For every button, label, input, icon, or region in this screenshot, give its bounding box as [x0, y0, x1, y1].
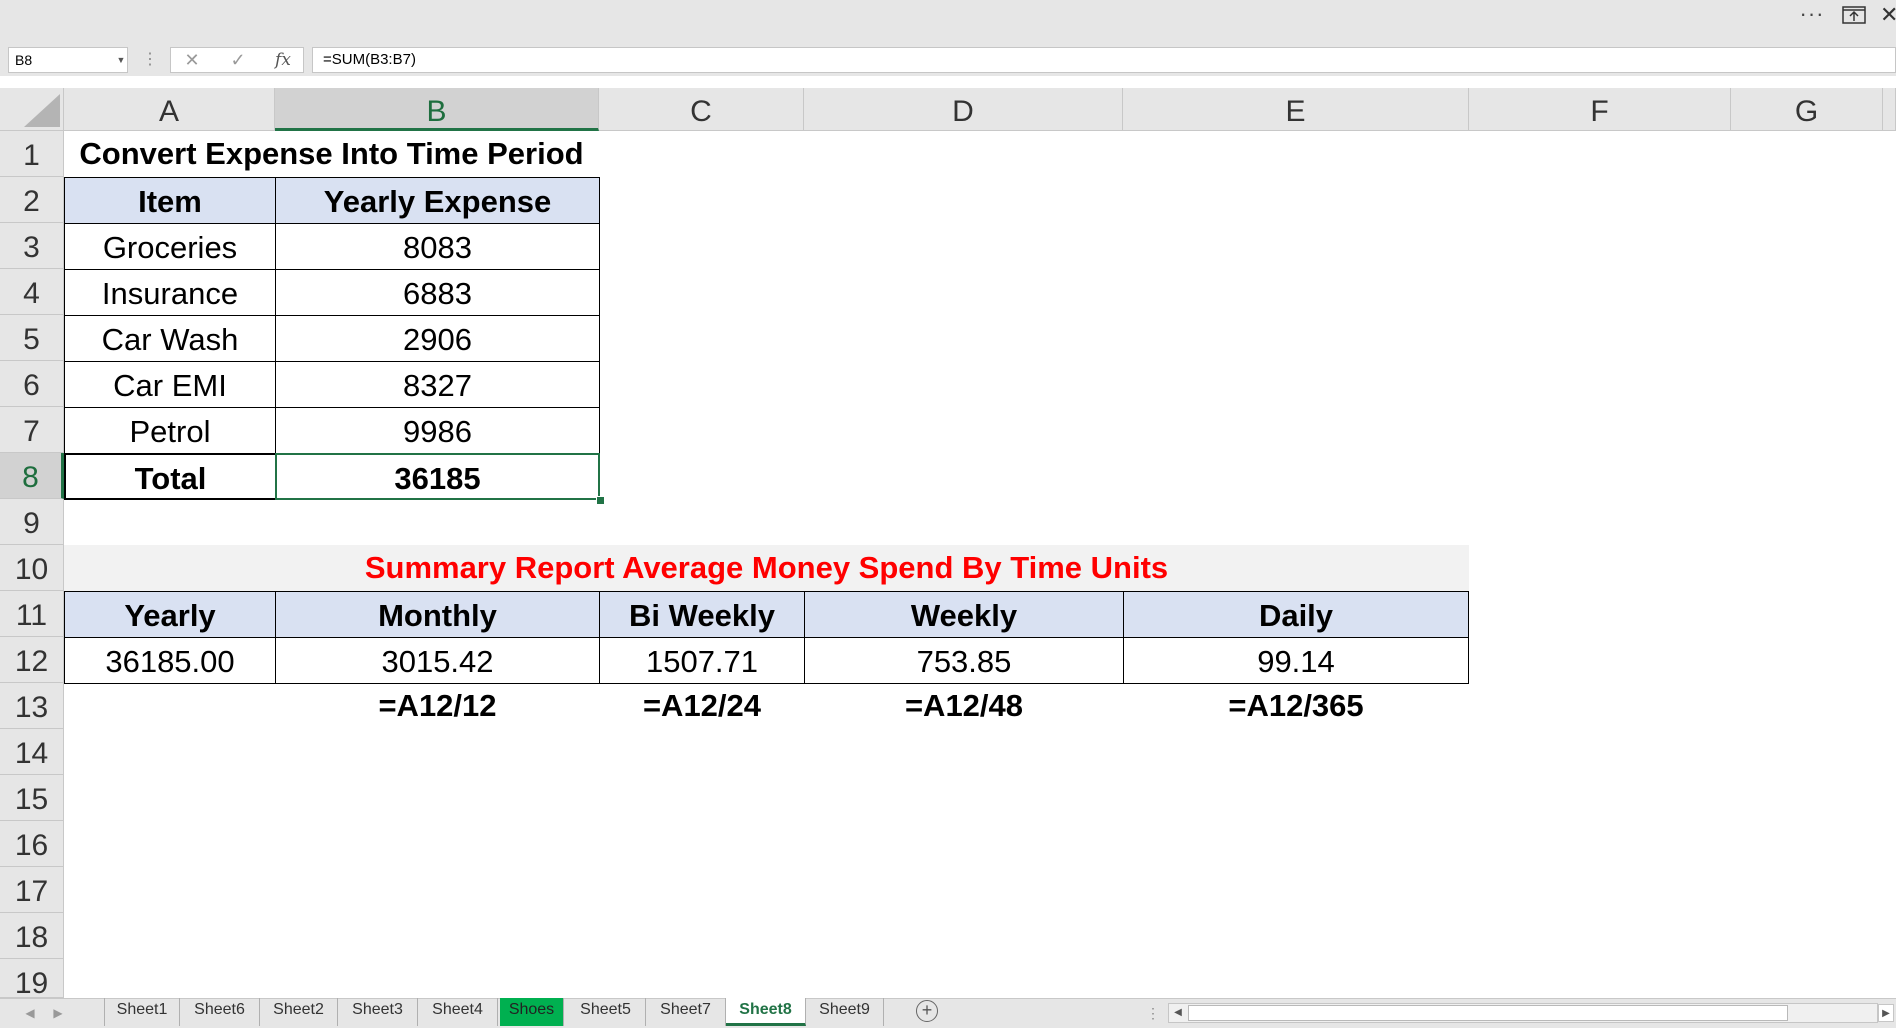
- column-header-c[interactable]: C: [599, 88, 804, 131]
- select-all-corner[interactable]: [0, 88, 64, 131]
- row-header[interactable]: 11: [0, 591, 64, 637]
- column-header-g[interactable]: G: [1731, 88, 1883, 131]
- sheet-tab[interactable]: Sheet4: [418, 998, 498, 1026]
- summary-value-daily[interactable]: 99.14: [1123, 637, 1469, 684]
- scroll-tabs-right-icon[interactable]: ▶: [48, 1002, 68, 1024]
- spreadsheet-grid: A B C D E F G 1 2 3 4 5 6 7 8 9 10 11 12…: [0, 0, 1896, 1028]
- column-header-f[interactable]: F: [1469, 88, 1731, 131]
- row-header[interactable]: 9: [0, 499, 64, 545]
- sheet-tab[interactable]: Sheet1: [104, 998, 180, 1026]
- row-header[interactable]: 12: [0, 637, 64, 683]
- row-header[interactable]: 3: [0, 223, 64, 269]
- item-cell[interactable]: Groceries: [64, 223, 276, 270]
- total-value-cell[interactable]: 36185: [275, 453, 600, 500]
- fill-handle[interactable]: [596, 496, 605, 505]
- summary-title-cell[interactable]: Summary Report Average Money Spend By Ti…: [64, 545, 1469, 591]
- row-header[interactable]: 18: [0, 913, 64, 959]
- row-header[interactable]: 13: [0, 683, 64, 729]
- add-sheet-icon[interactable]: +: [916, 1000, 938, 1022]
- column-header-b[interactable]: B: [275, 88, 599, 131]
- row-header[interactable]: 1: [0, 131, 64, 177]
- sheet-tab[interactable]: Sheet5: [566, 998, 646, 1026]
- sheet-tab[interactable]: Sheet6: [180, 998, 260, 1026]
- row-header[interactable]: 6: [0, 361, 64, 407]
- row-header[interactable]: 7: [0, 407, 64, 453]
- total-label-cell[interactable]: Total: [64, 453, 276, 500]
- item-cell[interactable]: Petrol: [64, 407, 276, 454]
- row-header[interactable]: 14: [0, 729, 64, 775]
- title-cell[interactable]: Convert Expense Into Time Period: [64, 131, 599, 177]
- item-cell[interactable]: Car Wash: [64, 315, 276, 362]
- tab-split-handle[interactable]: ⋮: [1146, 1002, 1160, 1024]
- row-header[interactable]: 17: [0, 867, 64, 913]
- value-cell[interactable]: 8083: [275, 223, 600, 270]
- sheet-tab[interactable]: Sheet3: [338, 998, 418, 1026]
- summary-header-bi-weekly[interactable]: Bi Weekly: [599, 591, 805, 638]
- sheet-tab[interactable]: Sheet7: [646, 998, 726, 1026]
- column-header-d[interactable]: D: [804, 88, 1123, 131]
- summary-value-bi-weekly[interactable]: 1507.71: [599, 637, 805, 684]
- scroll-tabs-left-icon[interactable]: ◀: [20, 1002, 40, 1024]
- sheet-tab[interactable]: Sheet9: [806, 998, 884, 1026]
- column-header-h[interactable]: [1883, 88, 1896, 131]
- formula-text-bi-weekly[interactable]: =A12/24: [599, 683, 805, 729]
- summary-header-daily[interactable]: Daily: [1123, 591, 1469, 638]
- summary-value-yearly[interactable]: 36185.00: [64, 637, 276, 684]
- sheet-tab-shoes[interactable]: Shoes: [500, 998, 564, 1026]
- sheet-tab-active[interactable]: Sheet8: [726, 998, 806, 1026]
- summary-value-weekly[interactable]: 753.85: [804, 637, 1124, 684]
- scroll-right-icon[interactable]: ▶: [1878, 1004, 1894, 1022]
- item-cell[interactable]: Car EMI: [64, 361, 276, 408]
- summary-header-yearly[interactable]: Yearly: [64, 591, 276, 638]
- value-cell[interactable]: 2906: [275, 315, 600, 362]
- sheet-tab[interactable]: Sheet2: [260, 998, 338, 1026]
- formula-text-daily[interactable]: =A12/365: [1123, 683, 1469, 729]
- value-cell[interactable]: 8327: [275, 361, 600, 408]
- row-header[interactable]: 15: [0, 775, 64, 821]
- column-header-a[interactable]: A: [64, 88, 275, 131]
- header-yearly-expense-cell[interactable]: Yearly Expense: [275, 177, 600, 224]
- scrollbar-thumb[interactable]: [1188, 1005, 1788, 1021]
- row-header[interactable]: 19: [0, 959, 64, 1000]
- value-cell[interactable]: 6883: [275, 269, 600, 316]
- summary-value-monthly[interactable]: 3015.42: [275, 637, 600, 684]
- formula-text-monthly[interactable]: =A12/12: [275, 683, 600, 729]
- column-header-e[interactable]: E: [1123, 88, 1469, 131]
- scroll-left-icon[interactable]: ◀: [1170, 1004, 1186, 1022]
- summary-header-weekly[interactable]: Weekly: [804, 591, 1124, 638]
- formula-text-weekly[interactable]: =A12/48: [804, 683, 1124, 729]
- header-item-cell[interactable]: Item: [64, 177, 276, 224]
- row-header[interactable]: 10: [0, 545, 64, 591]
- row-header[interactable]: 5: [0, 315, 64, 361]
- summary-header-monthly[interactable]: Monthly: [275, 591, 600, 638]
- row-header[interactable]: 2: [0, 177, 64, 223]
- row-header[interactable]: 4: [0, 269, 64, 315]
- item-cell[interactable]: Insurance: [64, 269, 276, 316]
- row-header[interactable]: 16: [0, 821, 64, 867]
- value-cell[interactable]: 9986: [275, 407, 600, 454]
- row-header[interactable]: 8: [0, 453, 64, 499]
